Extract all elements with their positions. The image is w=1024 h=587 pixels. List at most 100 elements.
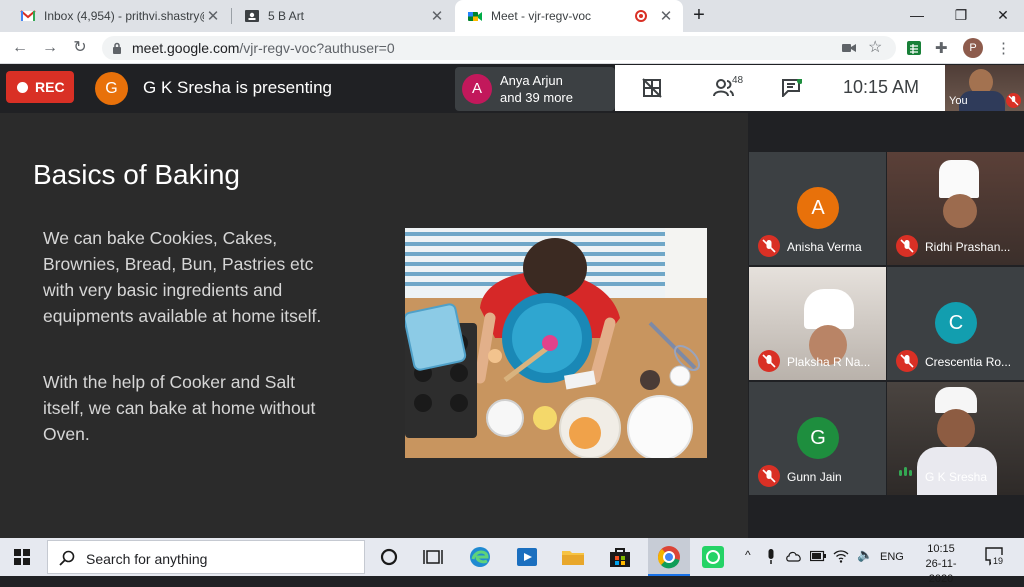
profile-avatar[interactable]: P <box>963 38 983 58</box>
tray-time: 10:15 <box>927 543 955 555</box>
wifi-icon[interactable] <box>833 549 849 563</box>
chef-hat <box>804 289 854 329</box>
participant-face <box>943 194 977 228</box>
windows-taskbar: Search for anything ^ 🔈 ENG 10:15 26-11-… <box>0 538 1024 585</box>
participant-tile[interactable]: Ridhi Prashan... <box>887 152 1024 265</box>
task-view-icon[interactable] <box>421 544 447 570</box>
mic-off-icon <box>896 350 918 372</box>
close-tab-icon[interactable]: ✕ <box>428 7 446 25</box>
tray-clock[interactable]: 10:15 26-11-2020 <box>915 542 967 587</box>
participant-avatar: A <box>797 187 839 229</box>
chrome-taskbar-item[interactable] <box>648 538 690 576</box>
volume-icon[interactable]: 🔈 <box>857 547 873 563</box>
bookmark-star-icon[interactable]: ☆ <box>868 37 882 57</box>
whatsapp-icon[interactable] <box>700 544 726 570</box>
participant-tile[interactable]: G K Sresha <box>887 382 1024 495</box>
participant-name: Ridhi Prashan... <box>925 240 1011 254</box>
recording-indicator-icon <box>635 10 647 22</box>
close-tab-icon[interactable]: ✕ <box>204 7 222 25</box>
notification-center-icon[interactable]: 19 <box>984 546 1005 567</box>
close-window-button[interactable]: ✕ <box>980 0 1024 32</box>
extensions-puzzle-icon[interactable]: ✚ <box>935 39 948 57</box>
sheets-extension-icon[interactable] <box>907 41 921 55</box>
meet-top-bar: REC G G K Sresha is presenting A Anya Ar… <box>0 65 1024 113</box>
rec-label: REC <box>35 79 65 95</box>
self-view-tile[interactable]: You <box>945 65 1024 111</box>
tab-meet[interactable]: Meet - vjr-regv-voc ✕ <box>455 0 683 32</box>
edge-icon[interactable] <box>467 544 493 570</box>
browser-toolbar: ← → ↻ meet.google.com/vjr-regv-voc?authu… <box>0 32 1024 64</box>
participant-tile[interactable]: A Anisha Verma <box>749 152 886 265</box>
mic-off-icon <box>758 235 780 257</box>
lock-icon <box>113 42 121 54</box>
url-host: meet.google.com <box>132 40 240 56</box>
forward-icon[interactable]: → <box>38 36 62 60</box>
kitchen-illustration <box>405 228 707 458</box>
chat-icon[interactable] <box>782 79 802 97</box>
restore-button[interactable]: ❐ <box>938 0 984 32</box>
battery-icon[interactable] <box>810 550 826 562</box>
participant-name: Plaksha R Na... <box>787 355 871 369</box>
onedrive-cloud-icon[interactable] <box>786 550 802 562</box>
participant-tile[interactable]: C Crescentia Ro... <box>887 267 1024 380</box>
tray-date: 26-11-2020 <box>925 558 957 585</box>
presentation-stage: Basics of Baking We can bake Cookies, Ca… <box>0 113 748 538</box>
presenter-avatar: G <box>95 72 128 105</box>
participant-face <box>937 409 975 449</box>
participant-name: Anisha Verma <box>787 240 862 254</box>
close-tab-icon[interactable]: ✕ <box>657 7 675 25</box>
tab-title: Meet - vjr-regv-voc <box>491 9 592 23</box>
participant-tile[interactable]: Plaksha R Na... <box>749 267 886 380</box>
active-speakers-pill[interactable]: A Anya Arjun and 39 more <box>455 67 615 111</box>
self-label: You <box>949 95 968 107</box>
baking-photo <box>405 228 707 458</box>
participant-name: Gunn Jain <box>787 470 842 484</box>
participant-name: G K Sresha <box>925 470 988 484</box>
classroom-icon <box>245 10 259 22</box>
minimize-button[interactable]: — <box>894 0 940 32</box>
participant-tile[interactable]: G Gunn Jain <box>749 382 886 495</box>
meeting-clock: 10:15 AM <box>843 77 920 97</box>
back-icon[interactable]: ← <box>8 36 32 60</box>
reload-icon[interactable]: ↻ <box>68 36 92 60</box>
speaker-avatar: A <box>462 74 492 104</box>
layout-grid-off-icon[interactable] <box>642 78 662 98</box>
tray-overflow-chevron-icon[interactable]: ^ <box>745 548 751 562</box>
mic-off-icon <box>758 465 780 487</box>
taskbar-search[interactable]: Search for anything <box>47 540 365 574</box>
store-icon[interactable] <box>607 544 633 570</box>
participant-avatar: C <box>935 302 977 344</box>
camera-icon[interactable] <box>842 43 856 53</box>
slide-paragraph-1: We can bake Cookies, Cakes, Brownies, Br… <box>43 228 322 326</box>
recording-badge: REC <box>6 71 74 103</box>
others-count: and 39 more <box>500 90 573 105</box>
mic-off-icon <box>896 235 918 257</box>
notification-count: 19 <box>991 555 1005 567</box>
chrome-icon <box>657 546 680 569</box>
input-language[interactable]: ENG <box>880 551 904 563</box>
meet-controls-bar: 48 10:15 AM <box>615 65 945 111</box>
new-tab-button[interactable]: + <box>684 0 714 32</box>
tab-title: 5 B Art <box>268 9 305 23</box>
slide-title: Basics of Baking <box>33 159 240 190</box>
mic-off-icon <box>758 350 780 372</box>
people-count: 48 <box>732 75 744 86</box>
file-explorer-icon[interactable] <box>560 544 586 570</box>
speaker-name: Anya Arjun <box>500 73 563 88</box>
tab-gmail[interactable]: Inbox (4,954) - prithvi.shastry@sc ✕ <box>8 0 230 32</box>
media-player-icon[interactable] <box>514 544 540 570</box>
windows-start-icon[interactable] <box>14 549 30 565</box>
microphone-tray-icon[interactable] <box>766 549 776 565</box>
presenter-status: G K Sresha is presenting <box>143 78 332 97</box>
participant-name: Crescentia Ro... <box>925 355 1012 369</box>
url-text: meet.google.com/vjr-regv-voc?authuser=0 <box>132 40 395 56</box>
tab-5b-art[interactable]: 5 B Art ✕ <box>232 0 454 32</box>
menu-kebab-icon[interactable]: ⋮ <box>996 39 1011 57</box>
speaking-indicator-icon <box>899 463 912 481</box>
address-bar[interactable]: meet.google.com/vjr-regv-voc?authuser=0 … <box>102 36 896 60</box>
participants-grid: A Anisha Verma Ridhi Prashan... Plaksha … <box>748 113 1024 538</box>
slide-paragraph-2: With the help of Cooker and Salt itself,… <box>43 372 316 444</box>
record-dot-icon <box>17 81 28 93</box>
chef-hat <box>939 160 979 198</box>
cortana-icon[interactable] <box>376 544 402 570</box>
